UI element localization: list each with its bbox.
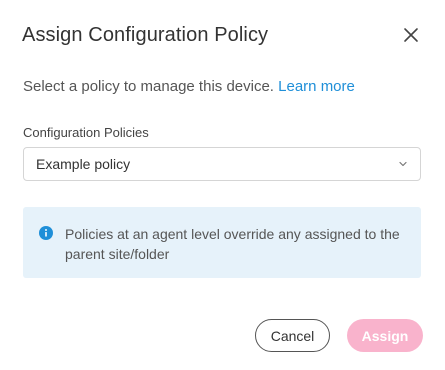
dialog-title: Assign Configuration Policy bbox=[22, 24, 269, 46]
cancel-button[interactable]: Cancel bbox=[255, 319, 330, 352]
info-notice-text: Policies at an agent level override any … bbox=[65, 226, 400, 262]
close-icon bbox=[404, 28, 418, 42]
dialog-description: Select a policy to manage this device. L… bbox=[23, 78, 355, 95]
assign-button[interactable]: Assign bbox=[347, 319, 423, 352]
chevron-down-icon bbox=[399, 161, 407, 167]
description-text: Select a policy to manage this device. bbox=[23, 78, 274, 95]
policy-select-value: Example policy bbox=[36, 156, 131, 172]
info-icon bbox=[39, 226, 53, 240]
policy-select[interactable]: Example policy bbox=[23, 147, 421, 181]
assign-policy-dialog: Assign Configuration Policy Select a pol… bbox=[0, 0, 445, 370]
learn-more-link[interactable]: Learn more bbox=[278, 78, 355, 95]
info-notice: Policies at an agent level override any … bbox=[23, 207, 421, 278]
close-button[interactable] bbox=[401, 25, 421, 45]
policy-field-label: Configuration Policies bbox=[23, 125, 149, 140]
